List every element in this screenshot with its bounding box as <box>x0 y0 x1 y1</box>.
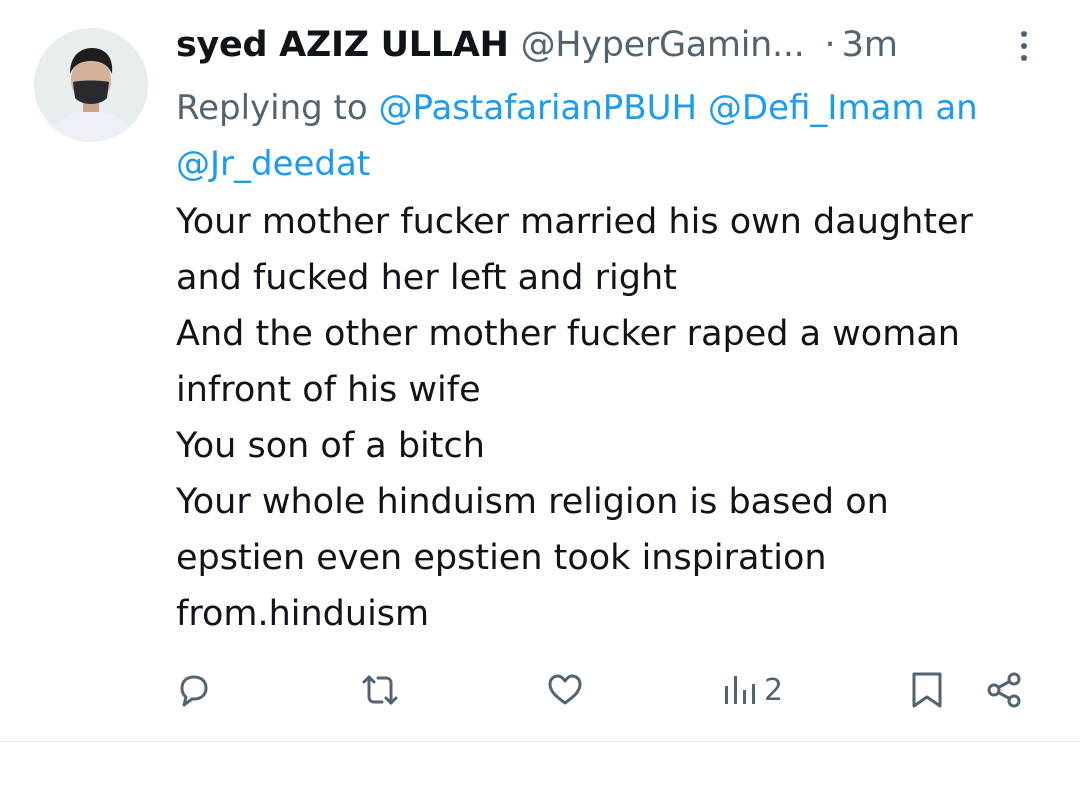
author-name[interactable]: syed AZIZ ULLAH <box>176 25 509 65</box>
mention-link[interactable]: @Defi_Imam an <box>708 88 978 128</box>
tweet[interactable]: syed AZIZ ULLAH @HyperGamin... · 3m Repl… <box>0 0 1080 742</box>
heart-icon <box>545 670 585 710</box>
tweet-text-line: And the other mother fucker raped a woma… <box>176 314 960 354</box>
tweet-text-line: You son of a bitch <box>176 426 485 466</box>
like-button[interactable] <box>545 668 585 712</box>
more-options-icon[interactable] <box>1004 26 1044 66</box>
replying-to-label: Replying to <box>176 88 368 128</box>
tweet-time[interactable]: 3m <box>842 25 898 65</box>
reply-button[interactable] <box>174 668 214 712</box>
tweet-text-line: Your mother fucker married his own daugh… <box>176 202 973 242</box>
mention-link[interactable]: @Jr_deedat <box>176 144 370 184</box>
views-count: 2 <box>764 672 784 708</box>
action-bar: 2 <box>0 660 1080 720</box>
retweet-icon <box>358 670 402 710</box>
divider <box>0 741 1080 742</box>
share-button[interactable] <box>984 668 1026 712</box>
bar-chart-icon <box>722 670 758 710</box>
tweet-text-line: from.hinduism <box>176 594 430 634</box>
tweet-text-line: epstien even epstien took inspiration <box>176 538 827 578</box>
share-icon <box>984 669 1026 711</box>
tweet-text-line: infront of his wife <box>176 370 481 410</box>
views-button[interactable]: 2 <box>722 668 783 712</box>
tweet-text-line: Your whole hinduism religion is based on <box>176 482 889 522</box>
separator-dot: · <box>824 25 836 65</box>
bookmark-icon <box>908 669 946 711</box>
bookmark-button[interactable] <box>908 668 946 712</box>
tweet-text: Your mother fucker married his own daugh… <box>176 194 1066 642</box>
retweet-button[interactable] <box>358 668 402 712</box>
tweet-text-line: and fucked her left and right <box>176 258 677 298</box>
avatar[interactable] <box>34 28 148 142</box>
replying-to: Replying to @PastafarianPBUH @Defi_Imam … <box>176 80 1080 192</box>
tweet-header: syed AZIZ ULLAH @HyperGamin... · 3m <box>176 22 898 68</box>
comment-bubble-icon <box>174 670 214 710</box>
mention-link[interactable]: @PastafarianPBUH <box>379 88 698 128</box>
author-handle[interactable]: @HyperGamin... <box>521 25 805 65</box>
